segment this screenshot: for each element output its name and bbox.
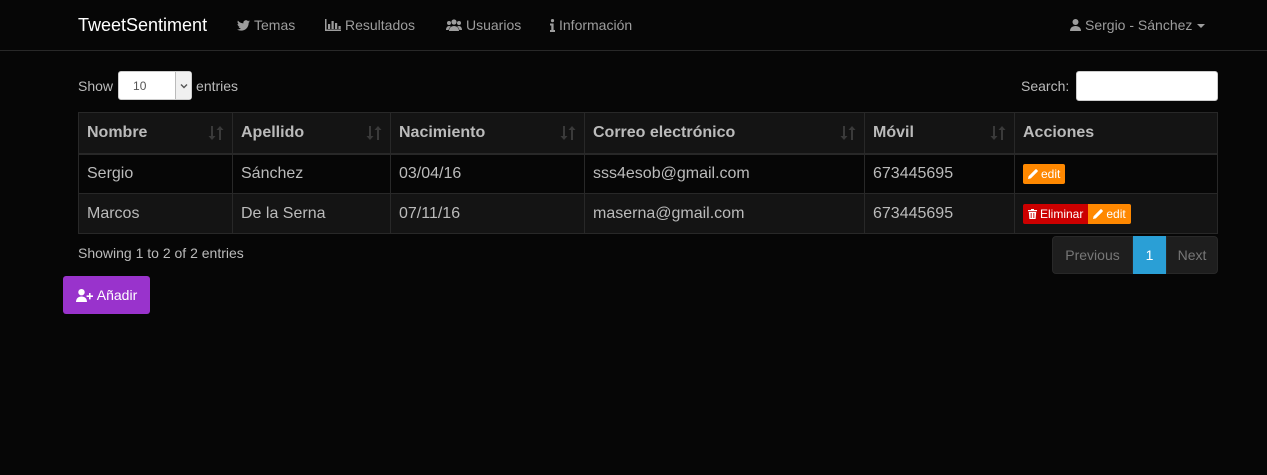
nav-item-informacion[interactable]: Información <box>550 17 632 33</box>
table-row: Marcos De la Serna 07/11/16 maserna@gmai… <box>78 193 1218 234</box>
edit-label: edit <box>1041 166 1061 181</box>
cell-correo: sss4esob@gmail.com <box>584 153 865 194</box>
nav-item-label: Resultados <box>345 17 416 33</box>
bar-chart-icon <box>325 19 341 31</box>
brand-link[interactable]: TweetSentiment <box>78 15 207 36</box>
entries-label: entries <box>196 77 239 94</box>
add-user-label: Añadir <box>96 287 138 303</box>
nav-item-temas[interactable]: Temas <box>237 17 295 33</box>
user-icon <box>1070 19 1081 31</box>
cell-nombre: Sergio <box>78 153 233 194</box>
action-button-group: Eliminar edit <box>1023 203 1131 224</box>
trash-icon <box>1028 208 1037 219</box>
twitter-icon <box>237 19 250 31</box>
search-control: Search: <box>1021 71 1219 101</box>
cell-acciones: Eliminar edit <box>1014 193 1218 234</box>
pagination: Previous 1 Next <box>1052 236 1218 274</box>
delete-label: Eliminar <box>1040 206 1084 221</box>
sort-icon <box>990 126 1006 145</box>
search-input[interactable] <box>1076 71 1219 101</box>
next-page-button[interactable]: Next <box>1166 236 1218 274</box>
sort-icon <box>208 126 224 145</box>
sort-icon <box>560 126 576 145</box>
cell-correo: maserna@gmail.com <box>584 193 865 234</box>
previous-page-button[interactable]: Previous <box>1052 236 1133 274</box>
sort-icon <box>840 126 856 145</box>
edit-button[interactable]: edit <box>1088 203 1131 224</box>
column-header-label: Apellido <box>241 123 305 141</box>
table-row: Sergio Sánchez 03/04/16 sss4esob@gmail.c… <box>78 153 1218 194</box>
sort-icon <box>366 126 382 145</box>
nav-item-label: Temas <box>254 17 296 33</box>
caret-down-icon <box>1197 24 1206 28</box>
column-header-label: Correo electrónico <box>593 123 736 141</box>
cell-apellido: De la Serna <box>232 193 391 234</box>
cell-movil: 673445695 <box>864 193 1015 234</box>
entries-select-value: 10 <box>133 79 147 93</box>
nav-item-resultados[interactable]: Resultados <box>325 17 415 33</box>
pencil-icon <box>1028 168 1038 179</box>
cell-nacimiento: 03/04/16 <box>390 153 585 194</box>
cell-acciones: edit <box>1014 153 1218 194</box>
column-header-nacimiento[interactable]: Nacimiento <box>390 112 585 155</box>
page-button-current[interactable]: 1 <box>1133 236 1166 274</box>
navbar: TweetSentiment Temas Resultados Usuarios… <box>0 0 1267 51</box>
nav-item-usuarios[interactable]: Usuarios <box>446 17 521 33</box>
column-header-label: Nacimiento <box>399 123 486 141</box>
nav-item-label: Información <box>559 17 633 33</box>
column-header-apellido[interactable]: Apellido <box>232 112 391 155</box>
show-label: Show <box>78 77 114 94</box>
edit-button[interactable]: edit <box>1023 163 1066 184</box>
column-header-label: Móvil <box>873 123 914 141</box>
user-menu-dropdown[interactable]: Sergio - Sánchez <box>1070 17 1206 33</box>
delete-button[interactable]: Eliminar <box>1023 203 1089 224</box>
cell-nacimiento: 07/11/16 <box>390 193 585 234</box>
chevron-down-icon <box>175 72 192 99</box>
table-header-row: Nombre Apellido Nacimiento Correo electr… <box>78 112 1218 155</box>
column-header-label: Nombre <box>87 123 148 141</box>
entries-select[interactable]: 10 <box>118 71 193 100</box>
table-info: Showing 1 to 2 of 2 entries <box>78 245 244 261</box>
users-table: Nombre Apellido Nacimiento Correo electr… <box>78 112 1218 234</box>
pencil-icon <box>1093 208 1104 219</box>
column-header-nombre[interactable]: Nombre <box>78 112 233 155</box>
cell-apellido: Sánchez <box>232 153 391 194</box>
column-header-acciones: Acciones <box>1014 112 1218 155</box>
column-header-label: Acciones <box>1023 123 1095 141</box>
search-label: Search: <box>1021 78 1070 94</box>
column-header-correo[interactable]: Correo electrónico <box>584 112 865 155</box>
column-header-movil[interactable]: Móvil <box>864 112 1015 155</box>
cell-movil: 673445695 <box>864 153 1015 194</box>
edit-label: edit <box>1106 206 1126 221</box>
user-name: Sergio - Sánchez <box>1085 17 1193 33</box>
user-plus-icon <box>75 288 93 302</box>
cell-nombre: Marcos <box>78 193 233 234</box>
add-user-button[interactable]: Añadir <box>63 276 150 314</box>
info-icon <box>550 18 555 32</box>
nav-item-label: Usuarios <box>466 17 522 33</box>
users-icon <box>446 19 462 31</box>
entries-length-control: Show 10 entries <box>78 71 238 100</box>
